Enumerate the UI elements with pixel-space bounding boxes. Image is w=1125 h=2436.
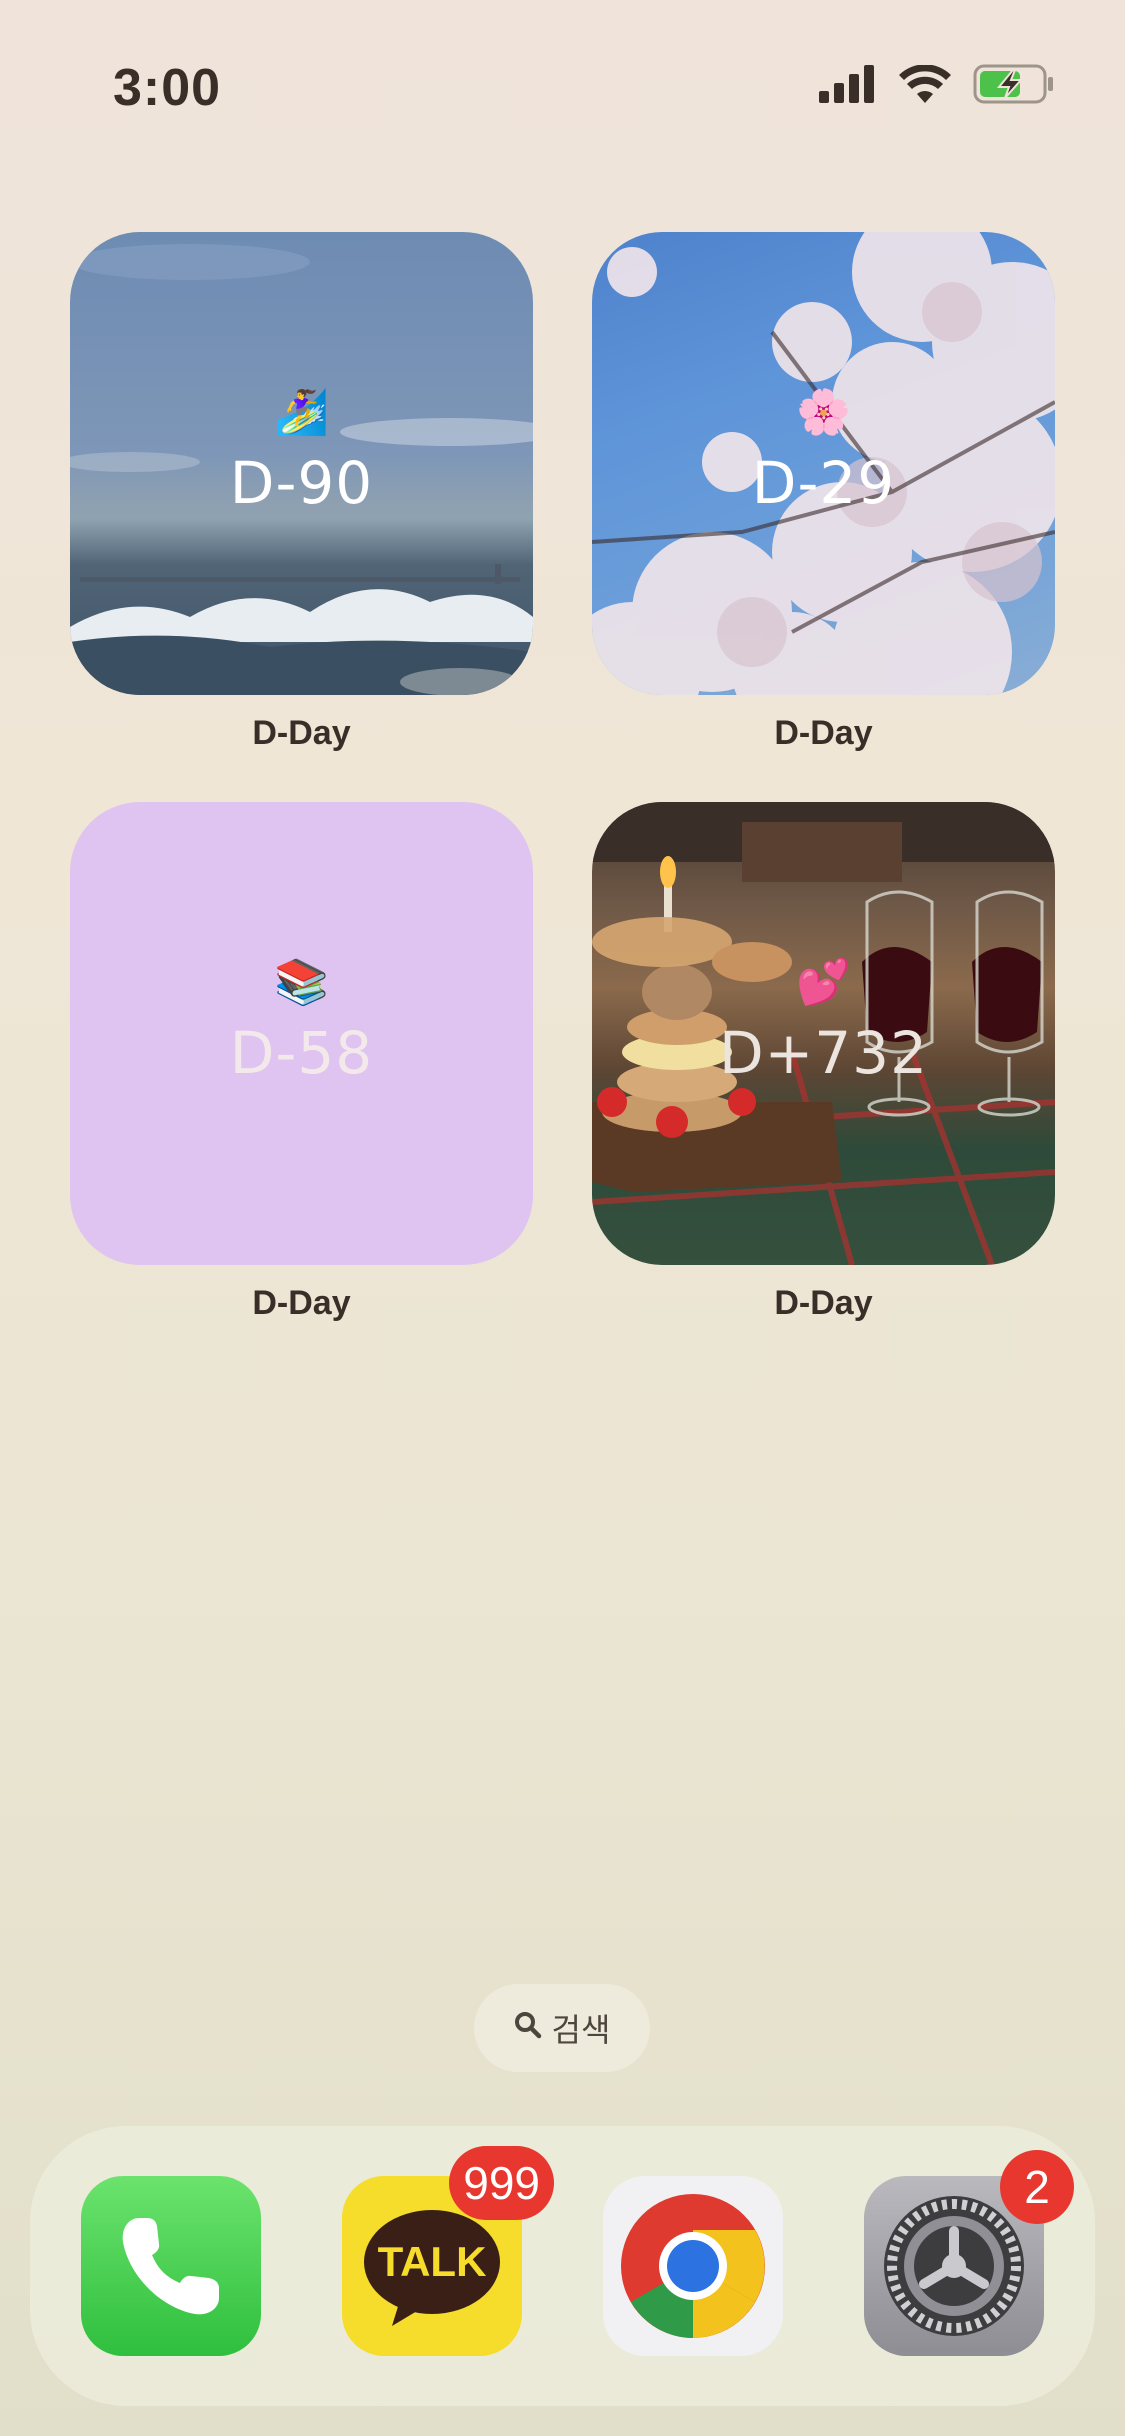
notification-badge: 2 — [1000, 2150, 1074, 2224]
cellular-signal-icon — [819, 65, 877, 103]
wifi-icon — [899, 65, 951, 103]
d-day-widget-blossom[interactable]: 🌸 D-29 — [592, 232, 1055, 695]
widget-count: D-29 — [751, 448, 896, 517]
status-time: 3:00 — [113, 59, 222, 117]
notification-badge: 999 — [449, 2146, 554, 2220]
settings-app[interactable]: 2 — [864, 2150, 1074, 2356]
chrome-icon — [603, 2194, 783, 2360]
search-label: 검색 — [551, 2012, 611, 2048]
d-day-widget-surf[interactable]: 🏄‍♀️ D-90 — [70, 232, 533, 695]
widget-count: D-90 — [229, 448, 374, 517]
widget-emoji: 📚 — [274, 957, 329, 1007]
kakaotalk-icon — [342, 2210, 522, 2360]
widget-label: D-Day — [774, 1284, 873, 1322]
search-icon — [514, 2010, 542, 2047]
widget-label: D-Day — [252, 1284, 351, 1322]
widget-emoji: 💕 — [796, 957, 851, 1007]
widget-emoji: 🏄‍♀️ — [274, 387, 329, 437]
chrome-app[interactable] — [603, 2176, 783, 2356]
d-day-widget-books[interactable]: 📚 D-58 — [70, 802, 533, 1265]
phone-app[interactable] — [81, 2176, 261, 2356]
home-search-button[interactable]: 검색 — [474, 1984, 650, 2072]
battery-charging-icon — [973, 64, 1055, 104]
widget-count: D+732 — [719, 1018, 928, 1087]
widget-emoji: 🌸 — [796, 387, 851, 437]
kakaotalk-icon-text: TALK — [377, 2238, 487, 2285]
widget-label: D-Day — [774, 714, 873, 752]
widget-label: D-Day — [252, 714, 351, 752]
widget-count: D-58 — [229, 1018, 374, 1087]
settings-gear-icon — [864, 2196, 1044, 2360]
kakaotalk-app[interactable]: TALK 999 — [342, 2146, 554, 2356]
phone-icon — [81, 2218, 261, 2360]
d-day-widget-cake[interactable]: 💕 D+732 — [592, 802, 1055, 1265]
